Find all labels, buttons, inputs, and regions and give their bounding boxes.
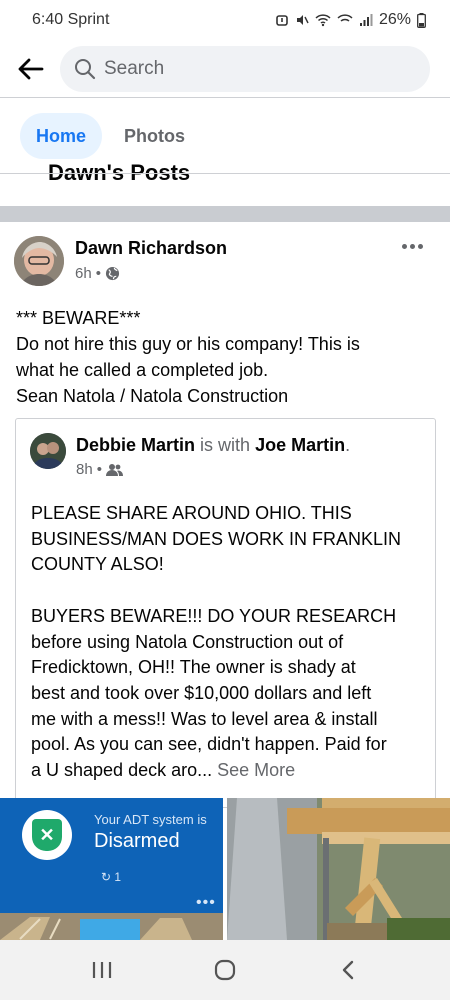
shared-author-line: Debbie Martin is with Joe Martin. (76, 435, 351, 455)
nav-home-button[interactable] (205, 950, 245, 990)
friends-icon (105, 463, 123, 476)
adt-status: Disarmed (94, 830, 180, 852)
shared-text-line: pool. As you can see, didn't happen. Pai… (31, 734, 387, 755)
post-text: *** BEWARE*** Do not hire this guy or hi… (16, 305, 436, 409)
profile-tabs: Home Photos (0, 98, 450, 174)
search-icon (75, 59, 96, 80)
pool-photo-thumbnail (0, 913, 223, 940)
tabs-divider (0, 173, 450, 174)
post-text-line: what he called a completed job. (16, 360, 269, 380)
back-button[interactable] (14, 53, 46, 85)
shared-text-line: PLEASE SHARE AROUND OHIO. THIS (31, 503, 352, 523)
globe-icon (105, 266, 120, 281)
post-header: Dawn Richardson 6h • (14, 236, 436, 290)
shared-author-avatar[interactable] (30, 433, 66, 469)
wifi-icon (315, 14, 331, 27)
home-circle-icon (214, 959, 236, 981)
shared-text-last-line: a U shaped deck aro... See More (31, 760, 296, 781)
shared-text-line: BUYERS BEWARE!!! DO YOUR RESEARCH (31, 605, 397, 626)
feed-separator (0, 206, 450, 222)
arrow-left-icon (18, 58, 44, 80)
post-author[interactable]: Dawn Richardson (75, 238, 227, 259)
search-box[interactable] (60, 46, 430, 92)
shared-text-line: COUNTY ALSO! (31, 554, 164, 575)
chevron-left-icon (343, 960, 354, 980)
tab-home[interactable]: Home (20, 113, 103, 159)
shared-post-meta: 8h • (76, 461, 123, 478)
shared-text-line: BUSINESS/MAN DOES WORK IN FRANKLIN (31, 528, 402, 549)
nav-back-button[interactable] (328, 950, 368, 990)
post-time[interactable]: 6h (75, 265, 92, 282)
post-more-button[interactable] (402, 238, 428, 254)
shared-author-name[interactable]: Debbie Martin (76, 435, 195, 455)
android-nav-bar (0, 940, 450, 1000)
tagged-person-name[interactable]: Joe Martin (255, 435, 345, 455)
shared-post-time[interactable]: 8h (76, 461, 93, 478)
post-text-line: Do not hire this guy or his company! Thi… (16, 334, 360, 354)
post-meta: 6h • (75, 265, 120, 282)
avatar-photo (14, 236, 64, 286)
tab-photos[interactable]: Photos (108, 113, 201, 159)
shared-with-text: is with (200, 435, 251, 455)
post-text-line: Sean Natola / Natola Construction (16, 386, 289, 406)
post-photo-deck[interactable] (227, 798, 450, 940)
battery-icon (417, 12, 426, 28)
mute-icon (296, 15, 309, 25)
status-bar: 6:40 Sprint 26% (0, 0, 450, 40)
shared-post-header: Debbie Martin is with Joe Martin. 8h • (30, 433, 420, 483)
adt-shield-icon: ✕ (22, 810, 72, 860)
search-input[interactable] (104, 58, 364, 80)
shared-text-line: Fredicktown, OH!! The owner is shady at (31, 657, 356, 678)
shared-text-line: me with a mess!! Was to level area & ins… (31, 708, 378, 729)
adt-label: Your ADT system is (94, 812, 207, 827)
battery-percent: 26% (378, 11, 411, 28)
post-photo-adt[interactable]: ✕ Your ADT system is Disarmed ↻ 1 ••• (0, 798, 223, 940)
shared-text-line: best and took over $10,000 dollars and l… (31, 682, 372, 703)
recents-icon (92, 962, 111, 978)
nav-recents-button[interactable] (82, 950, 122, 990)
post-text-line: *** BEWARE*** (16, 308, 141, 328)
more-horizontal-icon (402, 243, 407, 249)
shared-text-line: before using Natola Construction out of (31, 631, 344, 652)
shared-text-line (31, 578, 431, 604)
adt-count: ↻ 1 (101, 870, 122, 884)
shared-post-card[interactable]: Debbie Martin is with Joe Martin. 8h • P… (15, 418, 436, 808)
status-time-carrier: 6:40 Sprint (32, 11, 110, 28)
alarm-icon (276, 15, 288, 26)
status-icons: 26% (275, 11, 426, 29)
search-header (0, 40, 450, 98)
adt-dots: ••• (196, 894, 216, 911)
signal-icon (359, 14, 373, 26)
shared-post-text: PLEASE SHARE AROUND OHIO. THIS BUSINESS/… (31, 501, 431, 784)
deck-photo (227, 798, 450, 940)
see-more-link[interactable]: See More (217, 760, 295, 780)
wifi-calling-icon (337, 14, 353, 22)
author-avatar[interactable] (14, 236, 64, 286)
avatar-photo (30, 433, 66, 469)
